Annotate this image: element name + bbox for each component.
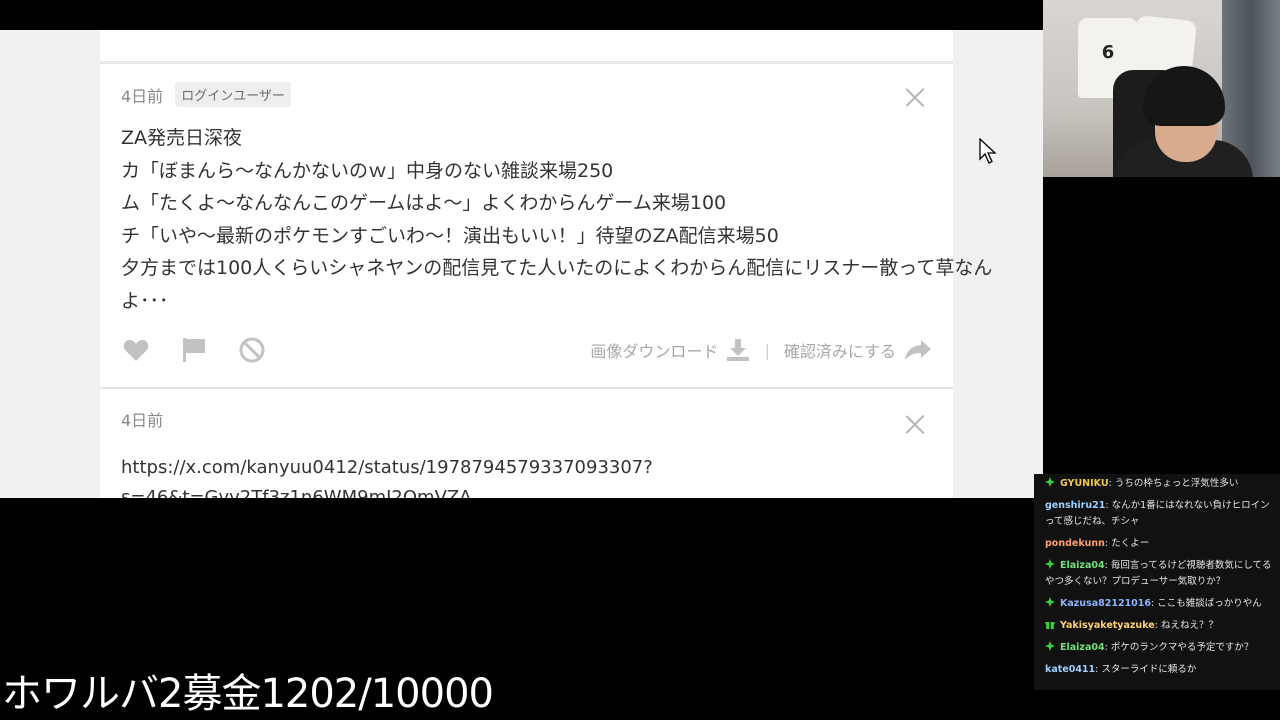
post-meta: 4日前 ログインユーザー [121, 82, 291, 107]
post-line: 夕方までは100人くらいシャネヤンの配信見てた人いたのによくわからん配信にリスナ… [121, 257, 993, 279]
chat-username: Elaiza04 [1060, 642, 1105, 653]
badge-diamond-icon [1045, 597, 1055, 607]
post-url[interactable]: https://x.com/kanyuu0412/status/19787945… [121, 453, 653, 498]
post-meta: 4日前 [121, 407, 163, 431]
badge-gift-icon [1045, 622, 1055, 629]
chat-message: Yakisyaketyazuke: ねえねえ？？ [1045, 618, 1274, 634]
share-arrow-icon [905, 340, 931, 360]
heart-icon[interactable] [121, 335, 151, 365]
chat-message: pondekunn: たくよー [1045, 538, 1150, 549]
post-time: 4日前 [121, 411, 164, 430]
flag-icon[interactable] [179, 335, 209, 365]
url-line: https://x.com/kanyuu0412/status/19787945… [121, 457, 653, 478]
post-line: ZA発売日深夜 [121, 127, 243, 149]
close-icon[interactable] [904, 86, 926, 108]
webcam-feed: 6 [1043, 0, 1280, 177]
chat-username: Elaiza04 [1060, 560, 1105, 571]
post-line: よ･･･ [121, 289, 169, 312]
previous-post-card [100, 30, 953, 62]
badge-diamond-icon [1045, 559, 1055, 569]
chat-text: ポケのランクマやる予定ですか？ [1110, 642, 1254, 653]
chat-text: たくよー [1111, 538, 1150, 549]
post-line: チ「いや〜最新のポケモンすごいわ〜！演出もいい！」待望のZA配信来場50 [121, 224, 779, 247]
post-line: ム「たくよ〜なんなんこのゲームはよ〜」よくわからんゲーム来場100 [121, 192, 727, 214]
block-icon[interactable] [237, 335, 267, 365]
action-separator: | [764, 340, 770, 360]
post-time: 4日前 [121, 86, 164, 106]
post-actions: 画像ダウンロード | 確認済みにする [121, 334, 932, 366]
chat-username: Kazusa82121016 [1060, 598, 1152, 609]
chat-message: kate0411: スターライドに頼るか [1045, 664, 1197, 675]
download-image-button[interactable]: 画像ダウンロード [590, 338, 750, 362]
url-line: s=46&t=Gvv2Tf3z1n6WM9mJ2OmVZA [121, 487, 472, 498]
chat-text: スターライドに頼るか [1101, 664, 1197, 675]
chat-username: kate0411 [1045, 664, 1096, 675]
chat-message: genshiru21: なんか1番にはなれない負けヒロインって感じだね、チシャ [1045, 500, 1270, 527]
chat-username: Yakisyaketyazuke [1060, 620, 1155, 631]
browser-capture: 4日前 ログインユーザー ZA発売日深夜 カ「ぼまんら〜なんかないのｗ」中身のな… [0, 30, 1043, 498]
confirm-label: 確認済みにする [783, 342, 896, 361]
chat-message: Elaiza04: 毎回言ってるけど視聴者数気にしてるやつ多くない？プロデューサ… [1045, 559, 1272, 587]
chat-text: ここも雑談ばっかりやん [1157, 598, 1262, 609]
chat-message: Elaiza04: ポケのランクマやる予定ですか？ [1045, 640, 1274, 656]
close-icon[interactable] [904, 413, 926, 435]
mark-confirmed-button[interactable]: 確認済みにする [784, 338, 932, 362]
download-icon [727, 339, 750, 361]
chat-text: うちの枠ちょっと浮気性多い [1114, 478, 1239, 489]
donation-counter: ホワルバ2募金1202/10000 [2, 671, 494, 717]
post-body: ZA発売日深夜 カ「ぼまんら〜なんかないのｗ」中身のない雑談来場250 ム「たく… [121, 122, 993, 317]
chat-message: Kazusa82121016: ここも雑談ばっかりやん [1045, 596, 1274, 612]
badge-diamond-icon [1045, 641, 1055, 651]
chat-panel: GYUNIKU: うちの枠ちょっと浮気性多い genshiru21: なんか1番に… [1034, 474, 1280, 690]
post-card: 4日前 https://x.com/kanyuu0412/status/1978… [100, 388, 953, 498]
badge-diamond-icon [1045, 477, 1055, 487]
chat-message: GYUNIKU: うちの枠ちょっと浮気性多い [1045, 476, 1274, 492]
post-card: 4日前 ログインユーザー ZA発売日深夜 カ「ぼまんら〜なんかないのｗ」中身のな… [100, 63, 993, 388]
chat-username: pondekunn [1045, 538, 1105, 549]
user-badge: ログインユーザー [175, 82, 291, 107]
download-label: 画像ダウンロード [590, 342, 719, 361]
chat-username: genshiru21 [1045, 500, 1106, 511]
chat-text: ねえねえ？？ [1160, 620, 1218, 631]
mouse-cursor-icon [979, 138, 997, 164]
chat-username: GYUNIKU [1060, 478, 1109, 489]
post-line: カ「ぼまんら〜なんかないのｗ」中身のない雑談来場250 [121, 159, 614, 182]
